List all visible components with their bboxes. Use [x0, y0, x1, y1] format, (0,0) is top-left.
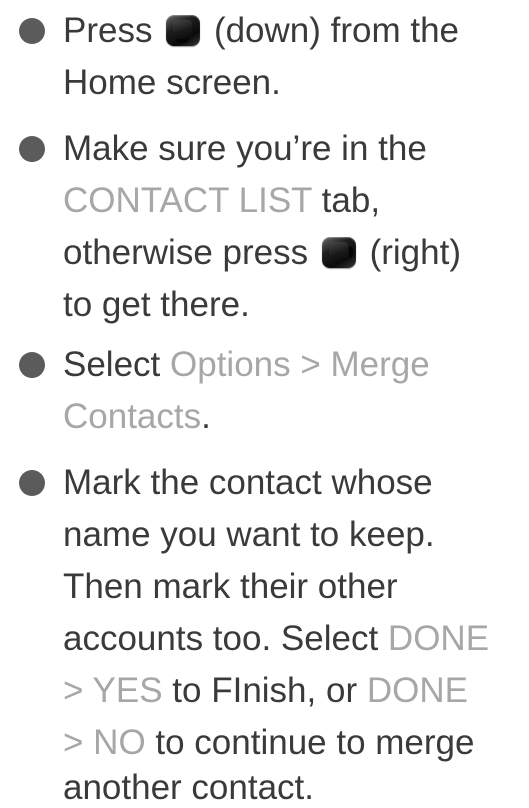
step-line: to get there. — [63, 285, 250, 325]
step-line: Mark the contact whose — [63, 463, 433, 503]
step-line: > NO to continue to merge — [63, 723, 474, 763]
bullet-icon — [19, 18, 45, 44]
step-line: Select Options > Merge — [63, 345, 430, 385]
step-text: Home screen. — [63, 63, 281, 102]
step-line: Press (down) from the — [63, 11, 459, 51]
step-line: accounts too. Select DONE — [63, 619, 489, 659]
bullet-icon — [19, 352, 45, 378]
step-text: to get there. — [63, 285, 250, 324]
step-line: name you want to keep. — [63, 515, 435, 555]
step-text: another contact. — [63, 768, 314, 807]
ui-term: CONTACT LIST — [63, 181, 312, 220]
ui-term: Contacts — [63, 397, 202, 436]
ui-term: Options > Merge — [170, 345, 430, 384]
ui-term: > NO — [63, 723, 146, 762]
down-key-icon — [166, 15, 201, 46]
step-line: > YES to FInish, or DONE — [63, 671, 468, 711]
step-text: (down) from the — [213, 11, 460, 50]
ui-term: DONE — [366, 671, 468, 710]
step-text: otherwise press — [63, 233, 309, 272]
right-key-icon — [321, 237, 356, 268]
ui-term: DONE — [387, 619, 490, 658]
step-line: Contacts. — [63, 397, 211, 437]
step-text: tab, — [311, 181, 381, 220]
step-line: Make sure you’re in the — [63, 129, 427, 169]
step-line: Then mark their other — [63, 567, 398, 607]
step-text: Mark the contact whose — [63, 463, 433, 502]
bullet-icon — [19, 470, 45, 496]
step-text: to FInish, or — [162, 671, 367, 710]
step-text: accounts too. Select — [63, 619, 388, 658]
step-text: Select — [63, 345, 170, 384]
step-line: otherwise press (right) — [63, 233, 461, 273]
step-text: Press — [63, 11, 153, 50]
step-line: CONTACT LIST tab, — [63, 181, 380, 221]
step-text: name you want to keep. — [63, 515, 435, 554]
step-text: Make sure you’re in the — [63, 129, 427, 168]
step-text: . — [201, 397, 211, 436]
step-line: another contact. — [63, 768, 314, 808]
step-text: to continue to merge — [145, 723, 475, 762]
ui-term: > YES — [63, 671, 163, 710]
step-text: (right) — [369, 233, 461, 272]
step-text: Then mark their other — [63, 567, 398, 606]
bullet-icon — [19, 136, 45, 162]
step-line: Home screen. — [63, 63, 281, 103]
